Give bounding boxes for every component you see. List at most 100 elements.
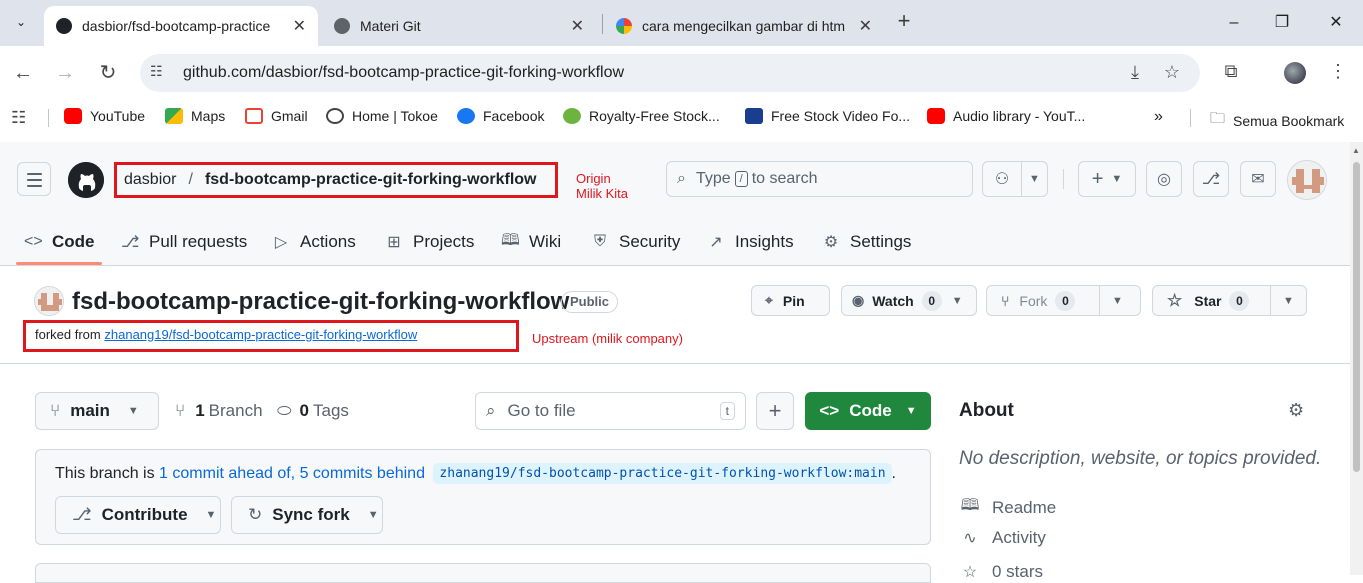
tab-code[interactable]: <> Code [24, 226, 95, 258]
tab-security[interactable]: ⛨ Security [591, 226, 680, 258]
globe-icon [334, 18, 350, 34]
chevron-down-icon[interactable]: ▼ [1099, 286, 1135, 315]
eye-icon: ◉ [852, 292, 865, 308]
watch-button[interactable]: ◉ Watch 0 ▼ [841, 285, 977, 316]
minimize-button[interactable]: – [1211, 8, 1257, 38]
sync-icon: ↻ [248, 505, 263, 524]
url-text[interactable]: github.com/dasbior/fsd-bootcamp-practice… [183, 64, 624, 82]
gear-icon[interactable]: ⚙ [1288, 400, 1304, 421]
bookmark-free-stock-video[interactable]: Free Stock Video Fo... [745, 108, 910, 124]
activity-link[interactable]: ∿ Activity [959, 528, 1046, 548]
star-icon: ☆ [962, 564, 978, 581]
chevron-down-icon[interactable]: ▼ [1021, 162, 1047, 196]
add-file-button[interactable]: + [756, 392, 794, 430]
globe-icon [326, 108, 344, 124]
bookmark-royalty-free[interactable]: Royalty-Free Stock... [563, 108, 720, 124]
code-dropdown-button[interactable]: <> Code ▼ [805, 392, 931, 430]
tab-insights[interactable]: ↗ Insights [707, 226, 793, 258]
search-input[interactable]: ⌕ Type / to search [666, 161, 973, 197]
close-tab-icon[interactable]: ✕ [571, 16, 584, 36]
go-to-file-input[interactable]: ⌕ Go to file t [475, 392, 746, 430]
bookmark-audio-library[interactable]: Audio library - YouT... [927, 108, 1085, 124]
tab-settings[interactable]: ⚙ Settings [822, 226, 912, 258]
pin-button[interactable]: ⌖ Pin [751, 285, 830, 316]
extensions-icon[interactable]: ⧉ [1219, 61, 1243, 85]
tab-pull-requests[interactable]: ⎇ Pull requests [121, 226, 247, 258]
tags-link[interactable]: ⬭ 0 Tags [277, 401, 349, 421]
close-window-button[interactable]: ✕ [1313, 8, 1359, 38]
create-new-button[interactable]: + ▼ [1078, 161, 1136, 197]
tab-projects[interactable]: ⊞ Projects [385, 226, 474, 258]
user-avatar[interactable] [1287, 160, 1327, 200]
restore-button[interactable]: ❐ [1259, 8, 1305, 38]
tab-github-repo[interactable]: dasbior/fsd-bootcamp-practice ✕ [44, 6, 318, 46]
pull-request-icon: ⎇ [1201, 171, 1221, 188]
tab-wiki[interactable]: 🕮 Wiki [501, 226, 561, 258]
videvo-icon [745, 108, 763, 124]
forward-button[interactable]: → [51, 59, 79, 87]
commits-behind-link[interactable]: 5 commits behind [300, 465, 425, 483]
gear-icon: ⚙ [823, 234, 839, 251]
star-icon: ☆ [1167, 290, 1183, 310]
more-bookmarks-button[interactable]: » [1154, 108, 1163, 126]
repo-name-link[interactable]: fsd-bootcamp-practice-git-forking-workfl… [205, 171, 537, 189]
watch-count: 0 [921, 290, 942, 311]
branch-select-button[interactable]: ⑂ main ▼ [35, 392, 159, 430]
page-scrollbar[interactable]: ▲ [1350, 142, 1363, 575]
search-icon: ⌕ [486, 401, 496, 420]
star-button[interactable]: ☆ Star 0 ▼ [1152, 285, 1307, 316]
tab-actions[interactable]: ▷ Actions [272, 226, 356, 258]
close-tab-icon[interactable]: ✕ [859, 16, 872, 36]
copilot-button[interactable]: ⚇ ▼ [982, 161, 1048, 197]
stars-link[interactable]: ☆ 0 stars [959, 562, 1043, 582]
bookmark-star-icon[interactable]: ☆ [1161, 62, 1183, 84]
sync-fork-button[interactable]: ↻ Sync fork ▼ [231, 496, 383, 534]
repo-title[interactable]: fsd-bootcamp-practice-git-forking-workfl… [72, 288, 569, 316]
upstream-repo-link[interactable]: zhanang19/fsd-bootcamp-practice-git-fork… [104, 327, 417, 342]
scroll-up-icon[interactable]: ▲ [1352, 146, 1360, 155]
profile-avatar[interactable] [1284, 62, 1306, 84]
back-button[interactable]: ← [9, 59, 37, 87]
tab-materi-git[interactable]: Materi Git ✕ [322, 6, 596, 46]
repo-owner-link[interactable]: dasbior [124, 171, 176, 189]
reload-button[interactable]: ↻ [94, 59, 122, 87]
menu-button[interactable] [17, 162, 51, 196]
kebab-menu-icon[interactable]: ⋮ [1326, 61, 1350, 85]
contribute-button[interactable]: ⎇ Contribute ▼ [55, 496, 221, 534]
bookmark-youtube[interactable]: YouTube [64, 108, 145, 124]
tab-search-button[interactable]: ⌄ [6, 8, 36, 36]
bookmark-gmail[interactable]: Gmail [245, 108, 308, 124]
bookmark-facebook[interactable]: Facebook [457, 108, 544, 124]
github-logo-icon[interactable] [68, 162, 104, 198]
github-favicon-icon [56, 18, 72, 34]
bookmarks-divider [1190, 109, 1191, 127]
site-settings-icon[interactable]: ☷ [150, 63, 172, 83]
address-bar[interactable]: ☷ github.com/dasbior/fsd-bootcamp-practi… [140, 54, 1200, 92]
copilot-icon: ⚇ [994, 171, 1010, 188]
chevron-down-icon[interactable]: ▼ [1270, 286, 1306, 315]
inbox-button[interactable]: ✉ [1240, 161, 1276, 197]
owner-avatar[interactable] [34, 286, 64, 316]
readme-link[interactable]: 🕮 Readme [959, 494, 1057, 521]
branches-link[interactable]: ⑂ 1 Branch [175, 401, 263, 421]
commits-ahead-link[interactable]: 1 commit ahead of, [159, 465, 295, 483]
book-icon: 🕮 [501, 231, 520, 249]
keyboard-shortcut-hint: t [719, 402, 735, 420]
search-icon: ⌕ [677, 170, 686, 187]
all-bookmarks-button[interactable]: 🗀 Semua Bookmark [1210, 108, 1344, 133]
tab-google-search[interactable]: cara mengecilkan gambar di htm ✕ [604, 6, 884, 46]
bookmark-home-tokoe[interactable]: Home | Tokoe [326, 108, 438, 124]
folder-icon: 🗀 [1210, 110, 1226, 127]
fork-button[interactable]: ⑂ Fork 0 ▼ [986, 285, 1141, 316]
close-tab-icon[interactable]: ✕ [293, 16, 306, 36]
chevron-down-icon: ▼ [1111, 173, 1123, 185]
fork-count: 0 [1055, 290, 1076, 311]
new-tab-button[interactable]: + [892, 10, 916, 34]
issues-button[interactable]: ◎ [1146, 161, 1182, 197]
pull-requests-button[interactable]: ⎇ [1193, 161, 1229, 197]
plus-icon: + [768, 398, 782, 423]
scrollbar-thumb[interactable] [1353, 162, 1360, 472]
bookmark-maps[interactable]: Maps [165, 108, 225, 124]
apps-grid-icon[interactable]: ☷ [11, 108, 26, 128]
install-app-icon[interactable]: ⤓ [1124, 62, 1146, 84]
